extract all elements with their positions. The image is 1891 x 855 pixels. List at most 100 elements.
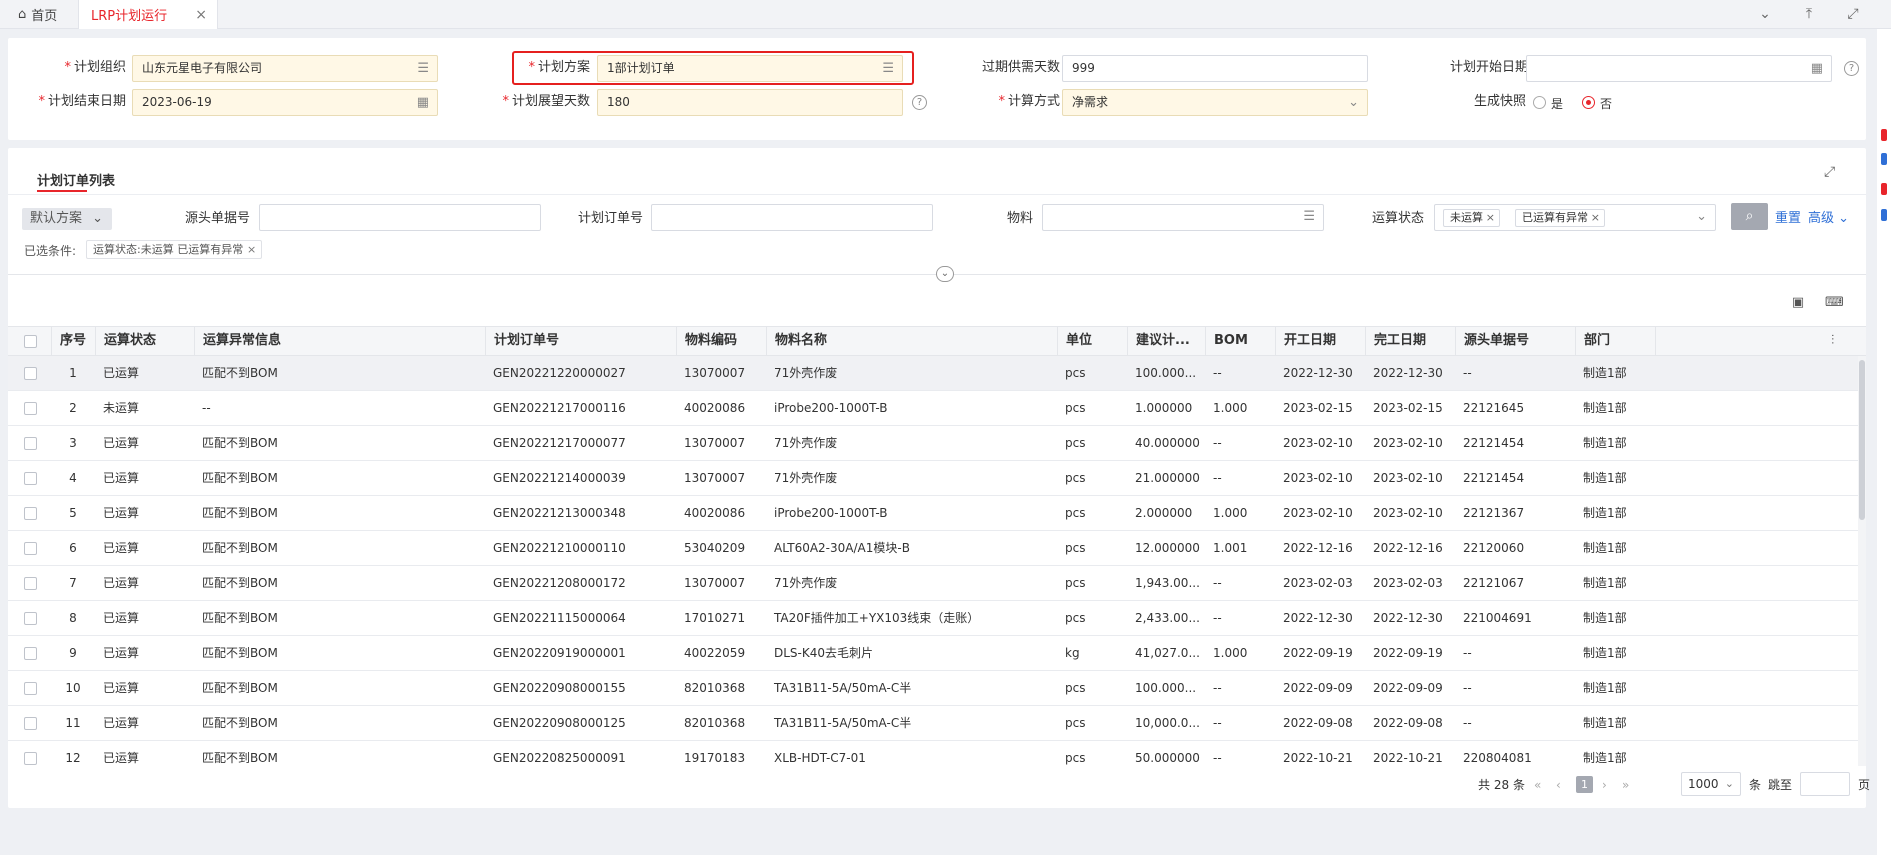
- table-row[interactable]: 6 已运算 匹配不到BOM GEN20221210000110 53040209 ALT6…: [8, 531, 1858, 566]
- scheme-dropdown[interactable]: 默认方案 ⌄: [22, 208, 112, 230]
- row-checkbox[interactable]: [24, 437, 37, 450]
- cell-error-info: 匹配不到BOM: [202, 506, 278, 520]
- row-checkbox[interactable]: [24, 647, 37, 660]
- help-icon[interactable]: ?: [912, 95, 927, 110]
- cell-index: 1: [69, 366, 77, 380]
- overdue-days-field[interactable]: 999: [1062, 55, 1368, 82]
- tab-home[interactable]: ⌂ 首页: [0, 0, 78, 29]
- snapshot-no-radio[interactable]: [1582, 96, 1595, 109]
- table-row[interactable]: 4 已运算 匹配不到BOM GEN20221214000039 13070007 71外壳…: [8, 461, 1858, 496]
- table-row[interactable]: 12 已运算 匹配不到BOM GEN20220825000091 19170183 XLB…: [8, 741, 1858, 766]
- ui-settings-icon[interactable]: ▣: [1789, 294, 1807, 312]
- column-settings-icon[interactable]: ⫶: [1831, 333, 1834, 348]
- tab-lrp-plan-run[interactable]: LRP计划运行 ×: [78, 0, 218, 29]
- cell-unit: pcs: [1065, 541, 1086, 555]
- chip-close-icon[interactable]: ×: [1486, 210, 1495, 226]
- calendar-icon[interactable]: ▦: [417, 90, 429, 115]
- selected-condition-value: 运算状态:未运算 已运算有异常: [93, 243, 244, 256]
- col-calc-status[interactable]: 运算状态: [95, 327, 201, 355]
- prev-page-icon[interactable]: ‹: [1556, 774, 1561, 796]
- col-material-code[interactable]: 物料编码: [676, 327, 768, 355]
- select-all-checkbox[interactable]: [24, 335, 37, 348]
- table-row[interactable]: 5 已运算 匹配不到BOM GEN20221213000348 40020086 iPro…: [8, 496, 1858, 531]
- cell-material-code: 13070007: [684, 366, 746, 380]
- table-row[interactable]: 7 已运算 匹配不到BOM GEN20221208000172 13070007 71外壳…: [8, 566, 1858, 601]
- chip-close-icon[interactable]: ×: [1591, 210, 1600, 226]
- plan-end-date-field[interactable]: 2023-06-19 ▦: [132, 89, 438, 116]
- row-checkbox[interactable]: [24, 402, 37, 415]
- chevron-down-double-icon[interactable]: ⌄: [1755, 4, 1775, 24]
- col-plan-order-no[interactable]: 计划订单号: [485, 327, 677, 355]
- overdue-days-label: 过期供需天数: [981, 60, 1060, 75]
- snapshot-yes-radio[interactable]: [1533, 96, 1546, 109]
- list-icon[interactable]: ☰: [1303, 209, 1315, 224]
- table-row[interactable]: 1 已运算 匹配不到BOM GEN20221220000027 13070007 71外壳…: [8, 356, 1858, 391]
- col-finish-date[interactable]: 完工日期: [1365, 327, 1457, 355]
- cell-suggested-qty: 40.000000: [1135, 436, 1200, 450]
- first-page-icon[interactable]: «: [1534, 774, 1541, 796]
- plan-org-field[interactable]: 山东元星电子有限公司 ☰: [132, 55, 438, 82]
- row-checkbox[interactable]: [24, 507, 37, 520]
- material-input[interactable]: ☰: [1042, 204, 1324, 231]
- search-button[interactable]: ⌕: [1731, 203, 1768, 230]
- highlight-box: [512, 51, 914, 85]
- window-controls: ⌄ ⤒ ⤢: [1755, 4, 1863, 24]
- close-icon[interactable]: ×: [195, 7, 207, 23]
- collapse-toggle-icon[interactable]: ⌄: [936, 266, 954, 282]
- last-page-icon[interactable]: »: [1622, 774, 1629, 796]
- scrollbar-thumb[interactable]: [1859, 360, 1865, 520]
- col-bom[interactable]: BOM: [1205, 327, 1277, 355]
- col-start-date[interactable]: 开工日期: [1275, 327, 1367, 355]
- status-chip: 已运算有异常 ×: [1515, 209, 1605, 227]
- row-checkbox[interactable]: [24, 577, 37, 590]
- plan-order-no-input[interactable]: [651, 204, 933, 231]
- cell-suggested-qty: 2,433.00...: [1135, 611, 1200, 625]
- source-no-input[interactable]: [259, 204, 541, 231]
- current-page[interactable]: 1: [1576, 776, 1593, 793]
- col-department[interactable]: 部门: [1575, 327, 1657, 355]
- table-row[interactable]: 11 已运算 匹配不到BOM GEN20220908000125 82010368 TA3…: [8, 706, 1858, 741]
- next-page-icon[interactable]: ›: [1602, 774, 1607, 796]
- plan-start-date-field[interactable]: ▦: [1526, 55, 1832, 82]
- cell-plan-order-no: GEN20221217000077: [493, 436, 626, 450]
- calc-method-select[interactable]: 净需求 ⌄: [1062, 89, 1368, 116]
- row-checkbox[interactable]: [24, 612, 37, 625]
- row-checkbox[interactable]: [24, 542, 37, 555]
- row-checkbox[interactable]: [24, 717, 37, 730]
- row-checkbox[interactable]: [24, 682, 37, 695]
- expand-icon[interactable]: ⤢: [1824, 164, 1835, 180]
- table-row[interactable]: 2 未运算 -- GEN20221217000116 40020086 iProbe200…: [8, 391, 1858, 426]
- page-size-select[interactable]: 1000 ⌄: [1681, 772, 1741, 796]
- col-unit[interactable]: 单位: [1057, 327, 1129, 355]
- col-source-no[interactable]: 源头单据号: [1455, 327, 1577, 355]
- list-icon[interactable]: ☰: [417, 56, 429, 81]
- row-checkbox[interactable]: [24, 752, 37, 765]
- row-checkbox[interactable]: [24, 367, 37, 380]
- table-row[interactable]: 3 已运算 匹配不到BOM GEN20221217000077 13070007 71外壳…: [8, 426, 1858, 461]
- cell-calc-status: 已运算: [103, 366, 140, 380]
- row-checkbox[interactable]: [24, 472, 37, 485]
- horizon-days-field[interactable]: 180: [597, 89, 903, 116]
- calc-status-select[interactable]: 未运算 × 已运算有异常 × ⌄: [1434, 204, 1716, 231]
- table-scrollbar[interactable]: [1858, 356, 1866, 766]
- cell-source-no: 22121454: [1463, 471, 1525, 485]
- table-row[interactable]: 10 已运算 匹配不到BOM GEN20220908000155 82010368 TA3…: [8, 671, 1858, 706]
- jump-page-input[interactable]: [1800, 772, 1850, 796]
- plan-org-label: * 计划组织: [64, 60, 126, 75]
- fullscreen-icon[interactable]: ⤢: [1843, 4, 1863, 24]
- help-icon[interactable]: ?: [1844, 61, 1859, 76]
- advanced-link[interactable]: 高级 ⌄: [1808, 208, 1849, 230]
- table-row[interactable]: 8 已运算 匹配不到BOM GEN20221115000064 17010271 TA20…: [8, 601, 1858, 636]
- calendar-icon[interactable]: ▦: [1811, 56, 1823, 81]
- col-material-name[interactable]: 物料名称: [766, 327, 1058, 355]
- col-index[interactable]: 序号: [51, 327, 97, 355]
- cell-department: 制造1部: [1583, 541, 1627, 555]
- upload-icon[interactable]: ⤒: [1799, 4, 1819, 24]
- table-row[interactable]: 9 已运算 匹配不到BOM GEN20220919000001 40022059 DLS-…: [8, 636, 1858, 671]
- col-error-info[interactable]: 运算异常信息: [194, 327, 486, 355]
- col-suggested-qty[interactable]: 建议计...: [1127, 327, 1207, 355]
- cell-unit: pcs: [1065, 751, 1086, 765]
- close-icon[interactable]: ×: [247, 241, 256, 258]
- reset-link[interactable]: 重置: [1775, 208, 1801, 230]
- keyboard-icon[interactable]: ⌨: [1825, 294, 1844, 312]
